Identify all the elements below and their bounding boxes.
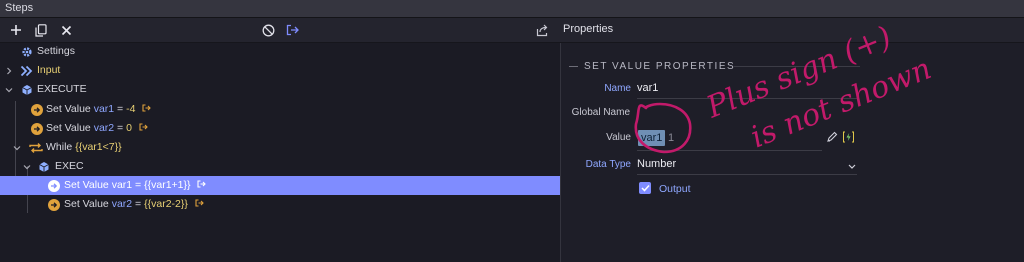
export-icon <box>139 123 148 131</box>
toolbar: Properties <box>0 18 1024 43</box>
output-label: Output <box>659 183 691 195</box>
arrow-right-circle-icon <box>47 179 60 192</box>
section-header: SET VALUE PROPERTIES <box>569 60 860 72</box>
name-underline <box>637 98 857 99</box>
export-icon <box>195 199 204 207</box>
gear-icon <box>20 45 33 58</box>
loop-icon <box>28 141 44 154</box>
arrow-right-circle-icon <box>47 198 60 211</box>
tree-item-input[interactable]: Input <box>0 61 560 80</box>
chevron-down-icon[interactable] <box>4 85 14 95</box>
edit-icon[interactable] <box>826 131 838 146</box>
add-step-button[interactable] <box>5 18 27 42</box>
step-equals: = <box>132 198 145 210</box>
disable-step-button[interactable] <box>257 18 279 42</box>
while-prefix: While <box>46 141 73 153</box>
tree-item-label: EXECUTE <box>37 83 87 95</box>
step-value: {{var2-2}} <box>144 198 188 210</box>
export-icon <box>286 24 299 36</box>
check-icon <box>640 184 650 192</box>
name-input[interactable]: var1 <box>637 82 658 94</box>
step-variable: var1 <box>93 103 115 115</box>
step-prefix: Set Value <box>46 103 91 115</box>
tree-item-label: Settings <box>37 45 75 57</box>
name-label: Name <box>604 83 631 94</box>
share-icon <box>536 24 548 36</box>
output-checkbox[interactable] <box>639 182 651 194</box>
value-input-suffix[interactable]: 1 <box>668 132 674 144</box>
cube-icon <box>20 83 33 96</box>
step-equals: = <box>114 122 127 134</box>
properties-panel: SET VALUE PROPERTIES Name var1 Global Na… <box>561 43 1024 262</box>
chevron-down-icon[interactable] <box>22 162 32 172</box>
export-step-button[interactable] <box>282 18 304 42</box>
step-variable: var1 <box>111 179 133 191</box>
close-icon <box>61 25 71 35</box>
step-variable: var2 <box>93 122 115 134</box>
tree-item-execute[interactable]: EXECUTE <box>0 80 560 99</box>
chevron-right-icon[interactable] <box>4 66 14 76</box>
data-type-label: Data Type <box>585 159 631 170</box>
delete-step-button[interactable] <box>55 18 77 42</box>
tree-item-label: Input <box>37 64 61 76</box>
duplicate-step-button[interactable] <box>30 18 52 42</box>
chevron-down-icon[interactable] <box>848 161 856 173</box>
data-type-underline <box>637 174 857 175</box>
tree-item-exec[interactable]: EXEC <box>0 157 560 176</box>
panel-title: Steps <box>5 2 34 14</box>
share-properties-button[interactable] <box>532 18 554 42</box>
step-equals: = <box>132 179 145 191</box>
value-label: Value <box>606 132 631 143</box>
tree-item-set-value-var1-selected[interactable]: Set Value var1 = {{var1+1}} <box>0 176 560 195</box>
section-title: SET VALUE PROPERTIES <box>584 60 736 72</box>
step-value: 0 <box>126 122 132 134</box>
steps-tree: Settings Input EXECUTE Set Value var1 = … <box>0 43 560 262</box>
data-type-select[interactable]: Number <box>637 158 676 170</box>
cube-icon <box>37 160 50 173</box>
while-condition: {{var1<7}} <box>75 141 122 153</box>
export-icon <box>142 104 152 112</box>
value-variable-chip[interactable]: var1 <box>638 130 666 146</box>
step-prefix: Set Value <box>46 122 91 134</box>
chevron-down-icon[interactable] <box>12 143 22 153</box>
step-prefix: Set Value <box>64 179 109 191</box>
ban-icon <box>262 24 274 36</box>
tree-item-while[interactable]: While {{var1<7}} <box>0 138 560 157</box>
properties-title: Properties <box>563 23 614 35</box>
double-chevron-icon <box>20 64 33 77</box>
copy-icon <box>35 23 47 37</box>
step-variable: var2 <box>111 198 133 210</box>
export-icon <box>197 180 207 188</box>
value-underline <box>637 150 822 151</box>
dynamic-value-icon[interactable] <box>842 131 855 146</box>
step-equals: = <box>114 103 127 115</box>
step-value: {{var1+1}} <box>144 179 191 191</box>
tree-item-set-value-var2[interactable]: Set Value var2 = {{var2-2}} <box>0 195 560 214</box>
panel-title-bar: Steps <box>0 0 1024 18</box>
step-value: -4 <box>126 103 136 115</box>
tree-item-label: EXEC <box>55 160 84 172</box>
tree-item-settings[interactable]: Settings <box>0 42 560 61</box>
global-name-label: Global Name <box>571 107 630 118</box>
step-prefix: Set Value <box>64 198 109 210</box>
plus-icon <box>11 25 21 35</box>
arrow-right-circle-icon <box>30 122 43 135</box>
tree-item-set-value-var2[interactable]: Set Value var2 = 0 <box>0 119 560 138</box>
arrow-right-circle-icon <box>30 103 43 116</box>
tree-item-set-value-var1[interactable]: Set Value var1 = -4 <box>0 100 560 119</box>
